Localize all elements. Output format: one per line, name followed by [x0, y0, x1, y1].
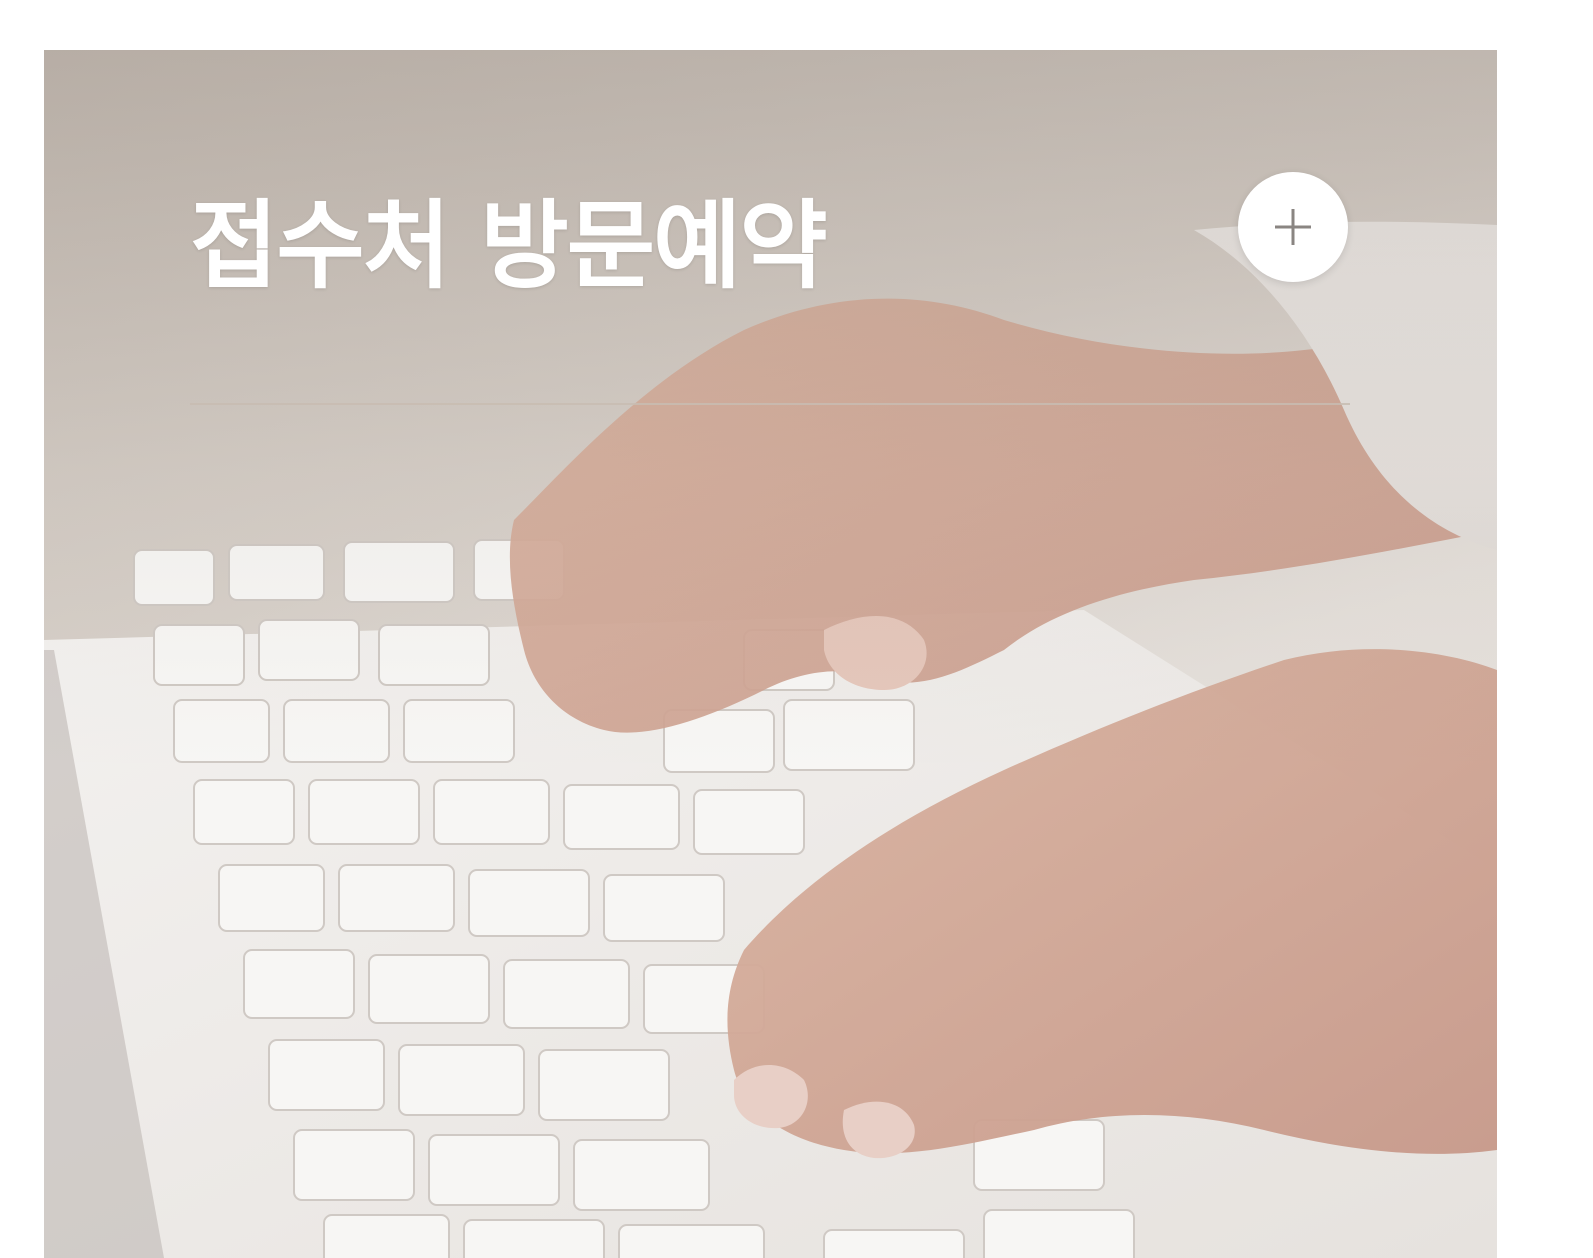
title-divider [190, 403, 1350, 405]
visit-reservation-card[interactable]: 접수처 방문예약 [44, 50, 1497, 1258]
more-button[interactable] [1238, 172, 1348, 282]
plus-icon [1275, 209, 1311, 245]
card-title: 접수처 방문예약 [190, 190, 828, 302]
